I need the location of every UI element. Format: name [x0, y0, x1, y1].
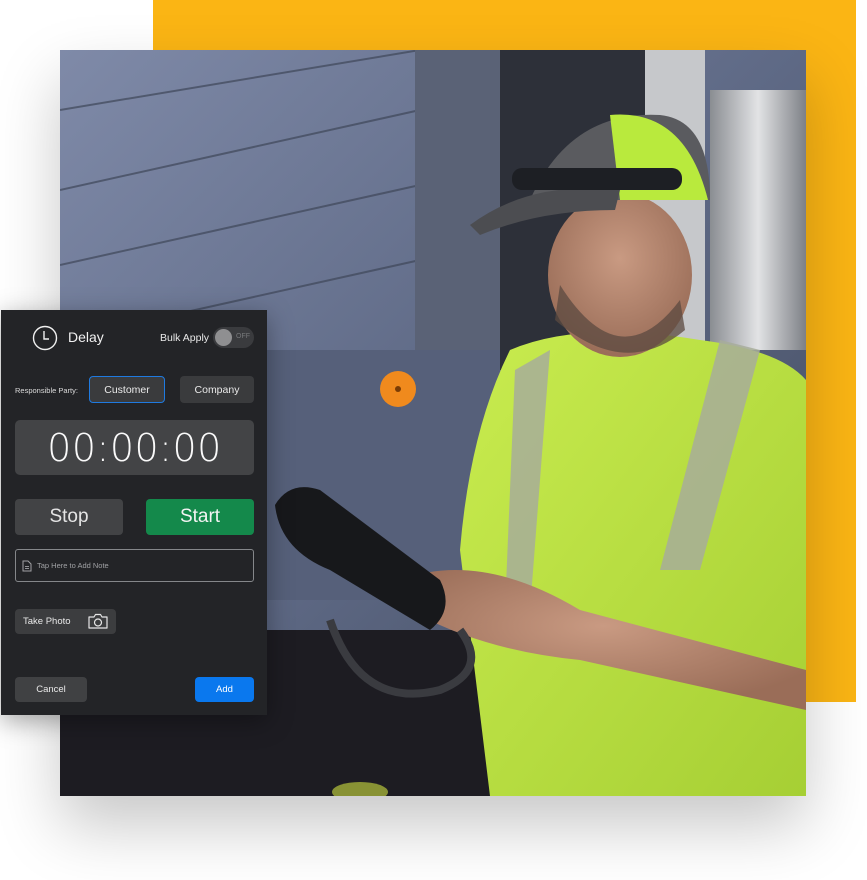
- toggle-state: OFF: [236, 333, 250, 340]
- cancel-button[interactable]: Cancel: [15, 677, 87, 702]
- take-photo-button[interactable]: Take Photo: [15, 609, 116, 634]
- panel-title: Delay: [68, 329, 104, 345]
- bulk-apply-toggle[interactable]: OFF: [213, 327, 254, 348]
- add-button[interactable]: Add: [195, 677, 254, 702]
- take-photo-label: Take Photo: [23, 616, 71, 627]
- start-button[interactable]: Start: [146, 499, 254, 535]
- timer-display: 00:00:00: [15, 420, 254, 475]
- camera-icon: [88, 613, 108, 629]
- company-button[interactable]: Company: [180, 376, 254, 403]
- bulk-apply-label: Bulk Apply: [160, 332, 210, 344]
- stop-button[interactable]: Stop: [15, 499, 123, 535]
- panel-header: Delay Bulk Apply OFF: [1, 310, 267, 366]
- delay-panel: Delay Bulk Apply OFF Responsible Party: …: [1, 310, 267, 715]
- clock-icon: [32, 325, 58, 351]
- responsible-party-label: Responsible Party:: [15, 386, 78, 395]
- document-icon: [22, 560, 32, 572]
- note-input[interactable]: Tap Here to Add Note: [15, 549, 254, 582]
- note-placeholder: Tap Here to Add Note: [37, 561, 109, 570]
- customer-button[interactable]: Customer: [89, 376, 165, 403]
- toggle-knob: [215, 329, 232, 346]
